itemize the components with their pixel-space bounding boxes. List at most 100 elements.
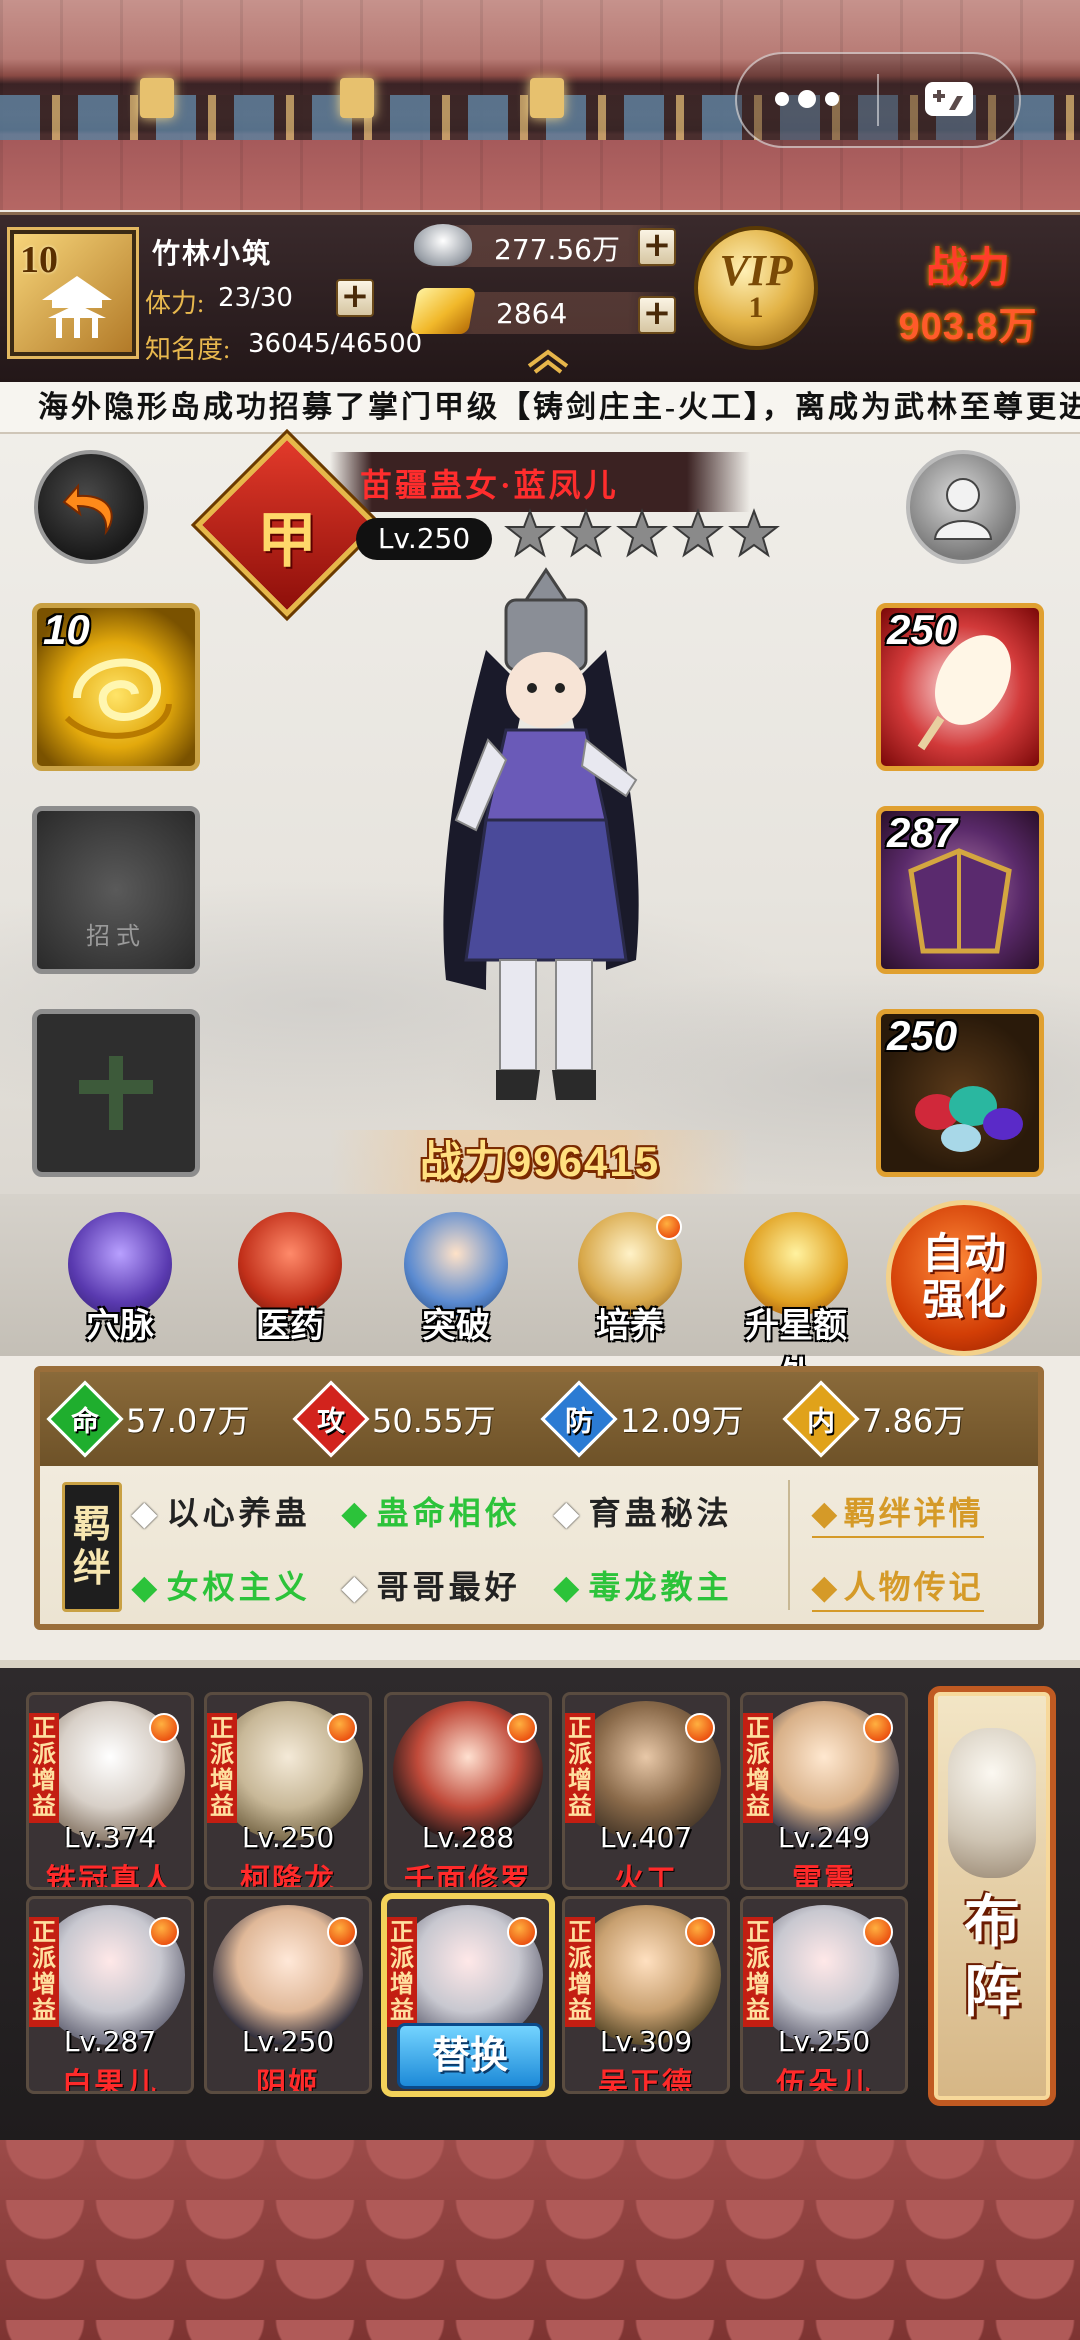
righteous-buff-tag: 正派增益 <box>29 1713 59 1823</box>
replace-button[interactable]: 替换 <box>397 2023 543 2089</box>
function-scroll-training-button[interactable]: 培养 <box>570 1212 690 1352</box>
element-orb-icon <box>327 1917 357 1947</box>
auto-strengthen-button[interactable]: 自动 强化 <box>886 1200 1042 1356</box>
element-orb-icon <box>149 1917 179 1947</box>
element-orb-icon <box>149 1713 179 1743</box>
star-icon <box>560 508 612 558</box>
roster-hero-level: Lv.250 <box>241 1821 335 1854</box>
equipment-slot-2[interactable]: 287 <box>876 806 1044 974</box>
plus-icon <box>79 1056 153 1130</box>
star-icon <box>728 508 780 558</box>
attack-value: 50.55万 <box>372 1402 496 1440</box>
add-silver-button[interactable]: + <box>638 228 676 266</box>
element-orb-icon <box>863 1917 893 1947</box>
inner-char: 内 <box>806 1405 836 1437</box>
miniapp-capsule <box>735 52 1021 148</box>
inner-value: 7.86万 <box>862 1402 966 1440</box>
function-breakthrough-button[interactable]: 突破 <box>396 1212 516 1352</box>
hero-portrait-button[interactable] <box>906 450 1020 564</box>
bond-item[interactable]: 毒龙教主 <box>554 1562 733 1608</box>
function-meridian-button[interactable]: 穴脉 <box>60 1212 180 1352</box>
player-rank-badge[interactable]: 10 <box>10 230 136 356</box>
star-icon <box>672 508 724 558</box>
hp-gem-icon: 命 <box>46 1380 124 1458</box>
righteous-buff-tag: 正派增益 <box>207 1713 237 1823</box>
bond-item[interactable]: 哥哥最好 <box>342 1562 521 1608</box>
hero-character-illustration[interactable] <box>396 560 696 1120</box>
lantern-icon <box>340 78 374 118</box>
equipment-slot-1[interactable]: 250 <box>876 603 1044 771</box>
vip-badge[interactable]: VIP 1 <box>694 226 818 350</box>
bond-item[interactable]: 女权主义 <box>132 1562 311 1608</box>
function-star-up-button[interactable]: 升星额外 <box>736 1212 856 1394</box>
roster-hero-card[interactable]: 正派增益 Lv.287 白果儿 <box>26 1896 194 2094</box>
stat-inner: 内 7.86万 <box>782 1380 966 1458</box>
righteous-buff-tag: 正派增益 <box>29 1917 59 2027</box>
player-name: 竹林小筑 <box>152 239 273 270</box>
bond-item[interactable]: 蛊命相依 <box>342 1488 521 1534</box>
add-gold-button[interactable]: + <box>638 296 676 334</box>
defense-value: 12.09万 <box>620 1402 744 1440</box>
lantern-icon <box>530 78 564 118</box>
roster-hero-card[interactable]: 正派增益替换 <box>384 1896 552 2094</box>
bond-tag: 羁 绊 <box>62 1482 122 1612</box>
roster-hero-card[interactable]: 正派增益 Lv.374 铁冠真人 <box>26 1692 194 1890</box>
roster-hero-card[interactable]: Lv.250 阴姬 <box>204 1896 372 2094</box>
skill-slot-1[interactable]: 10 <box>32 603 200 771</box>
hp-char: 命 <box>70 1405 100 1437</box>
function-medicine-button[interactable]: 医药 <box>230 1212 350 1352</box>
total-power[interactable]: 战力 903.8万 <box>862 234 1074 352</box>
skill-slot-2[interactable]: 招式 <box>32 806 200 974</box>
bond-item[interactable]: 以心养蛊 <box>132 1488 311 1534</box>
formation-button[interactable]: 布 阵 <box>928 1686 1056 2106</box>
lantern-icon <box>140 78 174 118</box>
element-orb-icon <box>327 1713 357 1743</box>
exit-game-button[interactable] <box>879 54 1019 146</box>
roster-hero-card[interactable]: 正派增益 Lv.309 吴正德 <box>562 1896 730 2094</box>
hero-level: Lv.250 <box>356 518 492 560</box>
hero-power: 战力996415 <box>330 1130 750 1194</box>
function-label: 医药 <box>256 1308 324 1345</box>
stat-attack: 攻 50.55万 <box>292 1380 496 1458</box>
hero-rank-char: 甲 <box>257 508 317 574</box>
equipment-slot-3[interactable]: 250 <box>876 1009 1044 1177</box>
roster-hero-name: 阴姬 <box>256 2068 320 2094</box>
roster-hero-level: Lv.250 <box>241 2025 335 2058</box>
inner-gem-icon: 内 <box>782 1380 860 1458</box>
more-button[interactable] <box>737 54 877 146</box>
roster-hero-name: 吴正德 <box>598 2068 694 2094</box>
function-label: 穴脉 <box>86 1308 154 1345</box>
roster-hero-card[interactable]: 正派增益 Lv.407 火工 <box>562 1692 730 1890</box>
element-orb-icon <box>507 1917 537 1947</box>
total-power-label: 战力 <box>925 246 1010 292</box>
add-stamina-button[interactable]: + <box>336 279 374 317</box>
hp-value: 57.07万 <box>126 1402 250 1440</box>
element-orb-icon <box>507 1713 537 1743</box>
expand-chevron-icon[interactable] <box>525 348 571 374</box>
more-dots-icon <box>775 90 839 108</box>
equipment-level: 250 <box>887 606 958 653</box>
defense-char: 防 <box>564 1405 594 1437</box>
roster-hero-card[interactable]: 正派增益 Lv.249 雷震 <box>740 1692 908 1890</box>
righteous-buff-tag: 正派增益 <box>565 1917 595 2027</box>
add-skill-slot[interactable] <box>32 1009 200 1177</box>
bond-divider <box>788 1480 790 1610</box>
back-button[interactable] <box>34 450 148 564</box>
golden-swirl-icon <box>64 658 172 739</box>
vip-label: VIP <box>719 246 793 295</box>
fame-value: 36045/46500 <box>248 329 423 359</box>
roster-hero-card[interactable]: Lv.288 千面修罗 <box>384 1692 552 1890</box>
roster-hero-level: Lv.250 <box>777 2025 871 2058</box>
bond-tag-char: 绊 <box>72 1548 111 1590</box>
roster-hero-card[interactable]: 正派增益 Lv.250 伍朵儿 <box>740 1896 908 2094</box>
biography-link[interactable]: 人物传记 <box>812 1562 984 1612</box>
roster-hero-card[interactable]: 正派增益 Lv.250 柯降龙 <box>204 1692 372 1890</box>
stamina-label: 体力: <box>145 289 205 318</box>
stamina-value: 23/30 <box>218 283 293 313</box>
announcement-marquee: 海外隐形岛成功招募了掌门甲级【铸剑庄主-火工】，离成为武林至尊更进一步 <box>0 382 1080 434</box>
bond-item[interactable]: 育蛊秘法 <box>554 1488 733 1534</box>
announcement-text: 海外隐形岛成功招募了掌门甲级【铸剑庄主-火工】，离成为武林至尊更进一步 <box>38 391 1080 424</box>
star-icon <box>504 508 556 558</box>
defense-gem-icon: 防 <box>540 1380 618 1458</box>
bond-details-link[interactable]: 羁绊详情 <box>812 1488 984 1538</box>
